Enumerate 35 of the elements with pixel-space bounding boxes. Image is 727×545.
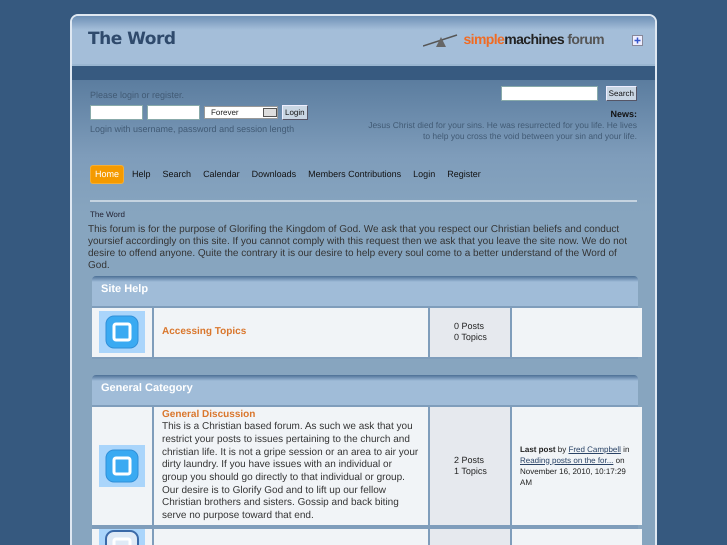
menu-tab[interactable]: Search: [158, 166, 196, 183]
menu-tab[interactable]: Login: [409, 166, 440, 183]
seesaw-logo-icon: [423, 32, 460, 48]
post-count: 2 Posts: [454, 454, 486, 466]
board-icon: [105, 448, 139, 483]
category-header: General Category: [92, 374, 638, 405]
login-button[interactable]: Login: [282, 105, 308, 120]
board-description: This is a Christian based forum. As such we ask that you restrict your posts to issues pertaining to the church and christian life. It is not a gripe session or an area to air your dirty laundry. If you have issues with an individual or group you should go directly to that individual or group. Our desire is to Glorify God and to lift up our fellow Christian brothers and sisters. Gossip and back biting serve no purpose toward that end.: [162, 421, 420, 523]
breadcrumb[interactable]: The Word: [90, 206, 637, 224]
login-hint: Login with username, password and session length: [90, 124, 296, 136]
expand-icon[interactable]: [632, 34, 643, 46]
menu-tab[interactable]: Members Contributions: [304, 166, 406, 183]
last-post-info: Last post by Fred Campbell in Reading posts on the for... on November 16, 2010, 10:17:29 AM: [520, 444, 630, 488]
category-header: Site Help: [92, 276, 638, 306]
post-count: 0 Posts: [454, 321, 486, 332]
intro-text: This forum is for the purpose of Glorifing the Kingdom of God. We ask that you respect our Christian beliefs and conduct yoursief accordingly on this site. If you cannot comply with this request then we ask that you leave the site now. We do not desire to offend anyone. Quite the contrary it is our desire to help every soul come to a better understand of the Word of God.: [88, 224, 628, 272]
menu-tab[interactable]: Downloads: [248, 166, 300, 183]
password-field[interactable]: [147, 105, 200, 120]
menu-tab[interactable]: Calendar: [199, 166, 244, 183]
menu-tab[interactable]: Register: [443, 166, 485, 183]
topic-count: 0 Topics: [454, 332, 488, 344]
logo-text: simplemachines forum: [463, 31, 604, 49]
username-field[interactable]: [90, 105, 143, 120]
dropdown-icon: [263, 108, 277, 118]
topic-link[interactable]: Reading posts on the for...: [520, 456, 614, 465]
board-icon: [105, 315, 139, 350]
menu-tab[interactable]: Help: [128, 166, 155, 183]
search-button[interactable]: Search: [606, 86, 637, 101]
author-link[interactable]: Fred Campbell: [568, 444, 621, 454]
news-text: Jesus Christ died for your sins. He was resurrected for you life. He lives to help you cross the void between your sin and your life.: [367, 120, 637, 142]
topic-count: 1 Topics: [454, 466, 488, 477]
search-field[interactable]: [500, 86, 598, 101]
news-label: News:: [610, 109, 637, 120]
forum-title: The Word: [88, 29, 176, 51]
session-length-dropdown[interactable]: Forever: [204, 106, 278, 120]
